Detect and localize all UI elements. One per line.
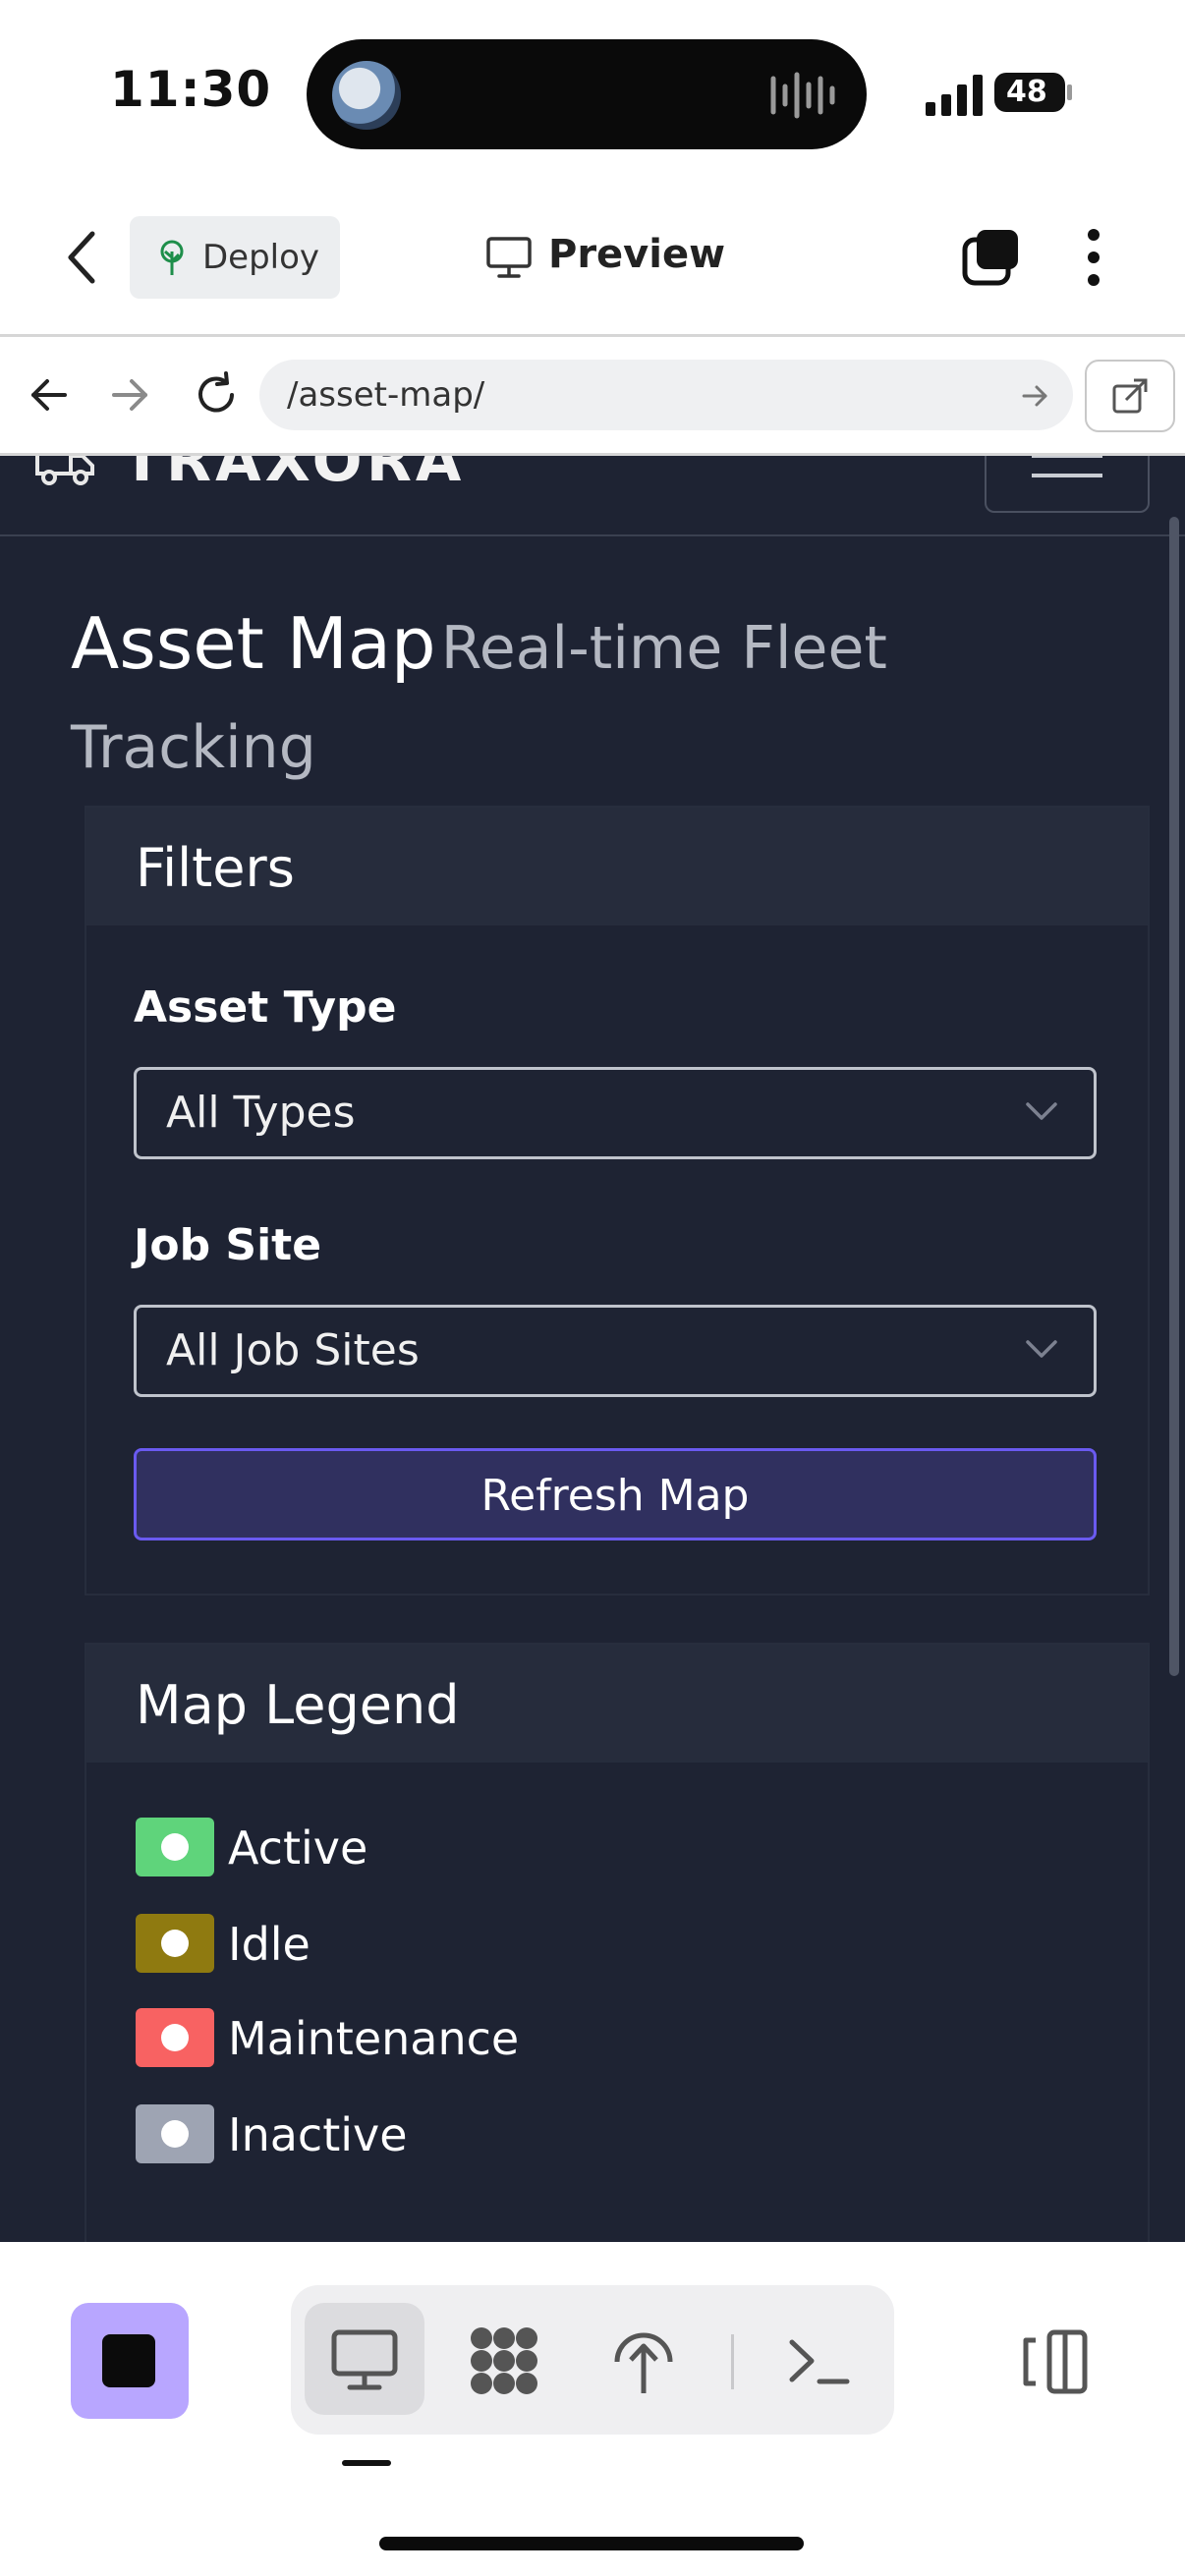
job-site-select[interactable]: All Job Sites [134, 1305, 1097, 1397]
truck-logo-icon [35, 456, 94, 485]
status-swatch-inactive [136, 2104, 214, 2163]
tabs-switcher-icon[interactable] [961, 226, 1022, 287]
url-text: /asset-map/ [287, 375, 485, 415]
back-chevron-icon[interactable] [63, 228, 102, 287]
filters-card: Filters Asset Type All Types Job Site Al… [85, 806, 1150, 1596]
status-swatch-maintenance [136, 2008, 214, 2067]
deploy-label: Deploy [202, 238, 320, 277]
more-vertical-icon[interactable] [1087, 228, 1100, 287]
deploy-button[interactable]: Deploy [130, 216, 340, 299]
status-swatch-active [136, 1818, 214, 1876]
legend-title: Map Legend [136, 1674, 460, 1736]
menu-toggle-button[interactable] [985, 456, 1150, 513]
status-time: 11:30 [110, 61, 272, 118]
hamburger-icon [1032, 456, 1102, 458]
battery-level: 48 [1006, 75, 1047, 109]
legend-label: Idle [228, 1918, 310, 1971]
job-site-value: All Job Sites [166, 1325, 420, 1375]
reload-icon[interactable] [191, 369, 242, 420]
asset-type-value: All Types [166, 1088, 356, 1138]
view-mode-switcher [291, 2285, 894, 2435]
arrow-right-icon[interactable] [108, 373, 151, 417]
legend-label: Inactive [228, 2108, 408, 2161]
brand-name[interactable]: TRAXORA [122, 456, 465, 495]
asset-type-label: Asset Type [134, 982, 397, 1033]
deploy-tree-icon[interactable] [607, 2324, 680, 2397]
page-title: Asset Map [71, 602, 436, 685]
home-indicator[interactable] [379, 2537, 804, 2550]
refresh-map-label: Refresh Map [480, 1471, 750, 1521]
tree-icon [160, 240, 184, 275]
page-heading: Asset Map Real-time Fleet Tracking [71, 601, 1053, 805]
chevron-down-icon [1026, 1102, 1057, 1120]
arrow-left-icon[interactable] [28, 373, 71, 417]
monitor-icon [486, 237, 532, 278]
now-playing-artwork [332, 61, 401, 130]
legend-label: Active [228, 1821, 368, 1875]
filters-title: Filters [136, 837, 295, 899]
workflow-nodes-icon[interactable] [468, 2324, 540, 2397]
filters-card-header: Filters [86, 808, 1148, 925]
url-input[interactable]: /asset-map/ [259, 360, 1073, 430]
page-scrollbar[interactable] [1169, 517, 1179, 1676]
split-view-icon[interactable] [1020, 2328, 1091, 2395]
stop-button[interactable] [71, 2303, 189, 2419]
stop-icon [102, 2334, 155, 2387]
preview-mode-button[interactable] [305, 2303, 424, 2415]
job-site-label: Job Site [134, 1220, 322, 1270]
cellular-signal-icon [926, 75, 983, 116]
chevron-down-icon [1026, 1340, 1057, 1358]
web-page: TRAXORA Asset Map Real-time Fleet Tracki… [0, 456, 1185, 2242]
site-navbar: TRAXORA [0, 456, 1185, 536]
monitor-icon [331, 2329, 398, 2390]
battery-icon: 48 [994, 71, 1073, 114]
legend-card-header: Map Legend [86, 1645, 1148, 1763]
dynamic-island[interactable] [307, 39, 867, 149]
terminal-icon[interactable] [782, 2324, 855, 2397]
audio-waveform-icon [770, 72, 835, 119]
active-tab-indicator [342, 2460, 391, 2466]
status-swatch-idle [136, 1914, 214, 1973]
open-external-button[interactable] [1085, 360, 1175, 432]
map-legend-card: Map Legend Active Idle Maintenance Inact… [85, 1643, 1150, 2242]
external-link-icon [1112, 378, 1148, 414]
refresh-map-button[interactable]: Refresh Map [134, 1448, 1097, 1540]
go-arrow-icon[interactable] [1020, 381, 1049, 411]
segment-divider [731, 2334, 734, 2389]
preview-title[interactable]: Preview [548, 232, 725, 277]
asset-type-select[interactable]: All Types [134, 1067, 1097, 1159]
legend-label: Maintenance [228, 2012, 520, 2065]
